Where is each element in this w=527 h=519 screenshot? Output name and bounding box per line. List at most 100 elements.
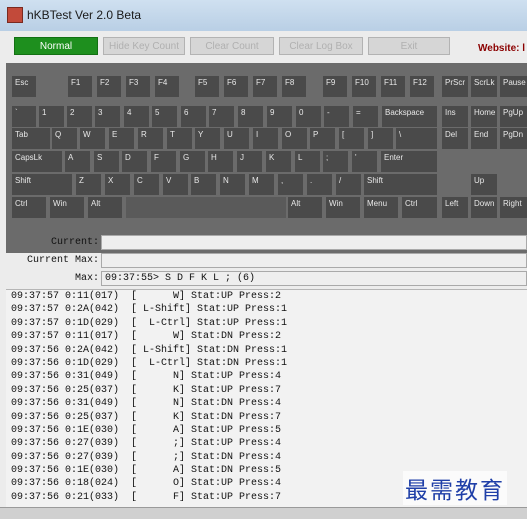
log-row: 09:37:56 0:31(049) [ N] Stat:DN Press:4 [11,398,282,410]
key-left[interactable]: Left [442,197,468,218]
key-scrlk[interactable]: ScrLk [471,76,497,97]
key-menu[interactable]: Menu [364,197,398,218]
key-tab[interactable]: Tab [12,128,50,149]
key-v[interactable]: V [163,174,188,195]
key-equals[interactable]: = [353,106,378,127]
key-f4[interactable]: F4 [155,76,179,97]
key-f6[interactable]: F6 [224,76,248,97]
key-u[interactable]: U [224,128,249,149]
key-j[interactable]: J [237,151,262,172]
key-pgdn[interactable]: PgDn [500,128,527,149]
key-r[interactable]: R [138,128,163,149]
key-esc[interactable]: Esc [12,76,36,97]
key-2[interactable]: 2 [67,106,92,127]
key-8[interactable]: 8 [238,106,263,127]
key-f3[interactable]: F3 [126,76,150,97]
exit-button[interactable]: Exit [368,37,450,55]
key-up[interactable]: Up [471,174,497,195]
key-period[interactable]: . [307,174,332,195]
key-q[interactable]: Q [52,128,77,149]
key-end[interactable]: End [471,128,497,149]
key-c[interactable]: C [134,174,159,195]
key-backtick[interactable]: ` [12,106,36,127]
key-9[interactable]: 9 [267,106,292,127]
hide-key-count-button[interactable]: Hide Key Count [103,37,185,55]
key-home[interactable]: Home [471,106,497,127]
key-p[interactable]: P [310,128,335,149]
key-f7[interactable]: F7 [253,76,277,97]
key-pgup[interactable]: PgUp [500,106,527,127]
clear-count-button[interactable]: Clear Count [190,37,274,55]
key-f12[interactable]: F12 [410,76,434,97]
key-left-alt[interactable]: Alt [88,197,122,218]
key-minus[interactable]: - [324,106,349,127]
key-4[interactable]: 4 [124,106,149,127]
key-s[interactable]: S [94,151,119,172]
max-field: 09:37:55> S D F K L ; (6) [101,271,527,286]
key-left-bracket[interactable]: [ [339,128,364,149]
key-f11[interactable]: F11 [381,76,405,97]
key-prscr[interactable]: PrScr [442,76,468,97]
key-left-win[interactable]: Win [50,197,84,218]
key-f9[interactable]: F9 [323,76,347,97]
key-right[interactable]: Right [500,197,527,218]
normal-button[interactable]: Normal [14,37,98,55]
key-enter[interactable]: Enter [381,151,437,172]
key-space[interactable] [126,197,286,218]
key-down[interactable]: Down [471,197,497,218]
key-f10[interactable]: F10 [352,76,376,97]
key-w[interactable]: W [80,128,105,149]
key-5[interactable]: 5 [152,106,177,127]
window-title: hKBTest Ver 2.0 Beta [27,8,142,22]
key-i[interactable]: I [253,128,278,149]
clear-log-box-button[interactable]: Clear Log Box [279,37,363,55]
key-del[interactable]: Del [442,128,468,149]
key-f1[interactable]: F1 [68,76,92,97]
key-y[interactable]: Y [195,128,220,149]
key-3[interactable]: 3 [95,106,120,127]
key-0[interactable]: 0 [296,106,321,127]
key-comma[interactable]: , [278,174,303,195]
key-ins[interactable]: Ins [442,106,468,127]
key-t[interactable]: T [167,128,192,149]
key-1[interactable]: 1 [39,106,64,127]
log-row: 09:37:57 0:2A(042) [ L-Shift] Stat:UP Pr… [11,304,288,316]
key-backslash[interactable]: \ [396,128,437,149]
key-right-shift[interactable]: Shift [364,174,437,195]
key-backspace[interactable]: Backspace [382,106,437,127]
key-k[interactable]: K [266,151,291,172]
key-m[interactable]: M [249,174,274,195]
key-l[interactable]: L [295,151,320,172]
key-right-win[interactable]: Win [326,197,360,218]
website-label: Website: l [478,43,526,54]
key-f5[interactable]: F5 [195,76,219,97]
key-slash[interactable]: / [336,174,361,195]
key-b[interactable]: B [191,174,216,195]
key-o[interactable]: O [282,128,307,149]
key-6[interactable]: 6 [181,106,206,127]
key-f[interactable]: F [151,151,176,172]
key-x[interactable]: X [105,174,130,195]
key-left-shift[interactable]: Shift [12,174,72,195]
title-bar: hKBTest Ver 2.0 Beta [0,0,527,31]
current-field [101,235,527,250]
key-d[interactable]: D [122,151,147,172]
key-z[interactable]: Z [76,174,101,195]
key-h[interactable]: H [208,151,233,172]
key-a[interactable]: A [65,151,90,172]
key-7[interactable]: 7 [209,106,234,127]
key-right-ctrl[interactable]: Ctrl [402,197,437,218]
key-capslock[interactable]: CapsLk [12,151,62,172]
key-g[interactable]: G [180,151,205,172]
key-semicolon[interactable]: ; [323,151,348,172]
key-right-alt[interactable]: Alt [288,197,322,218]
key-f8[interactable]: F8 [282,76,306,97]
key-e[interactable]: E [109,128,134,149]
key-left-ctrl[interactable]: Ctrl [12,197,46,218]
current-max-label: Current Max: [26,255,99,266]
key-pause[interactable]: Pause [500,76,527,97]
key-right-bracket[interactable]: ] [368,128,393,149]
key-n[interactable]: N [220,174,245,195]
key-f2[interactable]: F2 [97,76,121,97]
key-quote[interactable]: ' [352,151,377,172]
